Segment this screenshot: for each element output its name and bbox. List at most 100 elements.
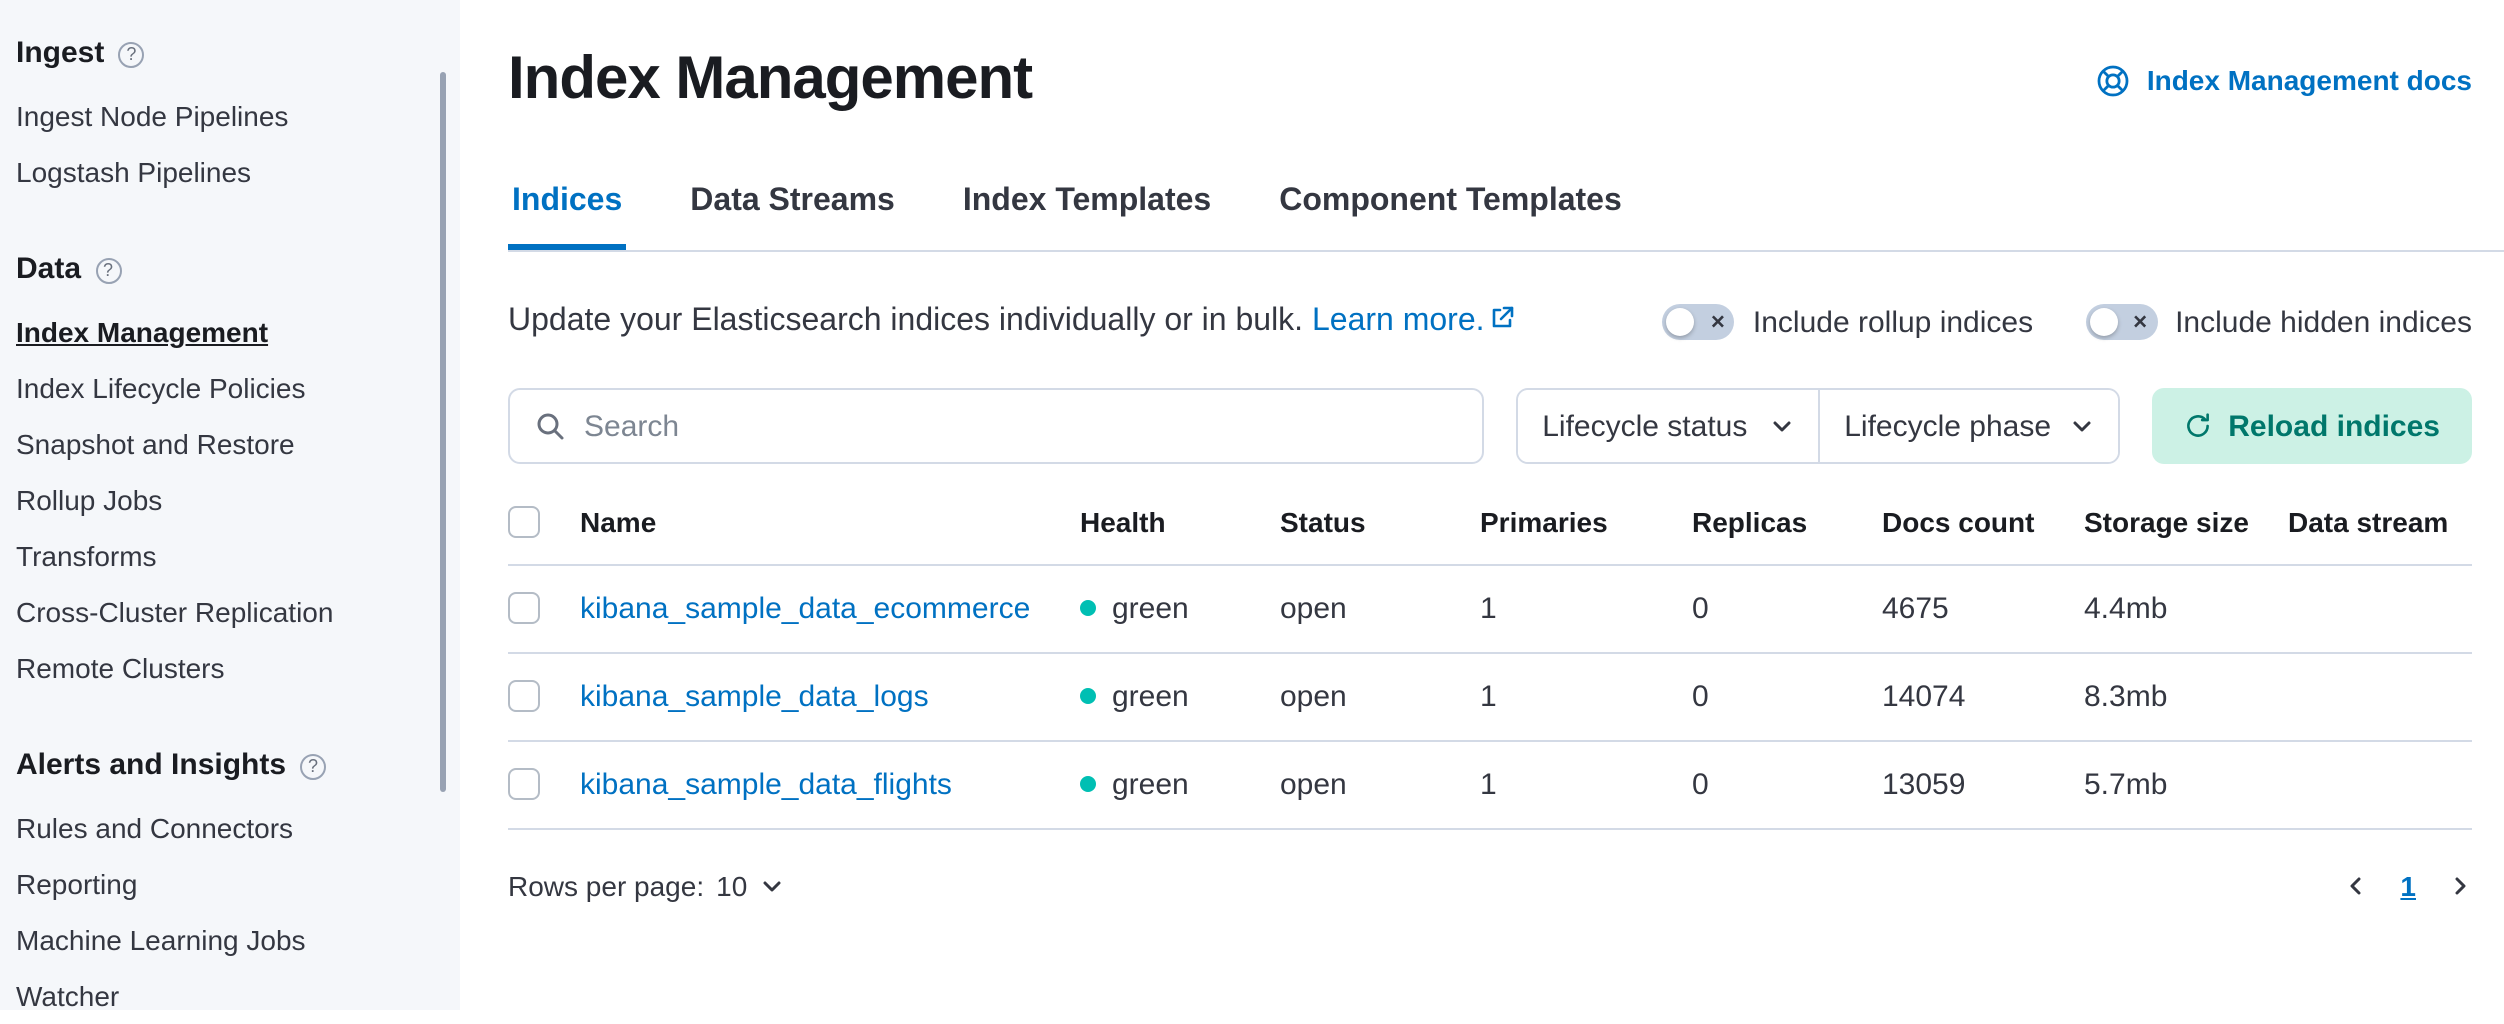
table-row: kibana_sample_data_logs green open 1 0 1… bbox=[508, 652, 2472, 740]
learn-more-link[interactable]: Learn more. bbox=[1312, 304, 1515, 338]
previous-page-button[interactable] bbox=[2344, 873, 2368, 897]
rows-per-page-selector[interactable]: Rows per page: 10 bbox=[508, 869, 783, 901]
index-name-link[interactable]: kibana_sample_data_flights bbox=[580, 767, 952, 801]
nav-heading-ingest: Ingest ? bbox=[16, 28, 432, 80]
description-row: Update your Elasticsearch indices indivi… bbox=[508, 304, 2472, 340]
nav-heading-data: Data ? bbox=[16, 244, 432, 296]
data-stream-cell bbox=[2288, 564, 2472, 652]
health-label: green bbox=[1112, 679, 1189, 713]
replicas-cell: 0 bbox=[1692, 652, 1882, 740]
column-header-docs-count: Docs count bbox=[1882, 500, 2084, 564]
next-page-button[interactable] bbox=[2448, 873, 2472, 897]
sidebar-item-snapshot-and-restore[interactable]: Snapshot and Restore bbox=[16, 416, 432, 472]
filter-lifecycle-status[interactable]: Lifecycle status bbox=[1518, 390, 1818, 462]
sidebar-item-logstash-pipelines[interactable]: Logstash Pipelines bbox=[16, 144, 432, 200]
column-header-status: Status bbox=[1280, 500, 1480, 564]
column-header-storage-size: Storage size bbox=[2084, 500, 2288, 564]
nav-section-ingest: Ingest ? Ingest Node Pipelines Logstash … bbox=[16, 28, 432, 200]
table-header-row: Name Health Status Primaries Replicas Do… bbox=[508, 500, 2472, 564]
storage-size-cell: 5.7mb bbox=[2084, 740, 2288, 828]
sidebar-item-remote-clusters[interactable]: Remote Clusters bbox=[16, 640, 432, 696]
health-dot-icon bbox=[1080, 600, 1096, 616]
external-link-icon bbox=[1491, 306, 1515, 330]
sidebar-item-transforms[interactable]: Transforms bbox=[16, 528, 432, 584]
description-text: Update your Elasticsearch indices indivi… bbox=[508, 304, 1515, 340]
status-cell: open bbox=[1280, 652, 1480, 740]
tab-component-templates[interactable]: Component Templates bbox=[1275, 184, 1626, 250]
nav-heading-label: Ingest bbox=[16, 28, 104, 80]
rows-per-page-label: Rows per page: bbox=[508, 869, 704, 901]
filter-label: Lifecycle phase bbox=[1844, 409, 2051, 443]
filter-lifecycle-phase[interactable]: Lifecycle phase bbox=[1818, 390, 2118, 462]
docs-count-cell: 14074 bbox=[1882, 652, 2084, 740]
row-checkbox[interactable] bbox=[508, 680, 540, 712]
refresh-icon bbox=[2184, 412, 2212, 440]
chevron-left-icon bbox=[2344, 873, 2368, 897]
tab-index-templates[interactable]: Index Templates bbox=[959, 184, 1215, 250]
nav-section-data: Data ? Index Management Index Lifecycle … bbox=[16, 244, 432, 696]
column-header-primaries: Primaries bbox=[1480, 500, 1692, 564]
chevron-down-icon bbox=[1770, 414, 1794, 438]
column-header-data-stream: Data stream bbox=[2288, 500, 2472, 564]
controls-row: Lifecycle status Lifecycle phase Reload … bbox=[508, 388, 2472, 464]
row-checkbox[interactable] bbox=[508, 592, 540, 624]
sidebar-item-ingest-node-pipelines[interactable]: Ingest Node Pipelines bbox=[16, 88, 432, 144]
docs-link-label: Index Management docs bbox=[2147, 64, 2472, 96]
replicas-cell: 0 bbox=[1692, 740, 1882, 828]
sidebar-item-reporting[interactable]: Reporting bbox=[16, 856, 432, 912]
health-dot-icon bbox=[1080, 776, 1096, 792]
chevron-right-icon bbox=[2448, 873, 2472, 897]
tab-data-streams[interactable]: Data Streams bbox=[686, 184, 899, 250]
toggle-include-rollup-indices[interactable]: × Include rollup indices bbox=[1663, 304, 2033, 340]
search-input[interactable] bbox=[566, 407, 1458, 445]
chevron-down-icon bbox=[759, 873, 783, 897]
status-cell: open bbox=[1280, 740, 1480, 828]
column-header-name: Name bbox=[580, 500, 1080, 564]
main-content: Index Management Index Management docs I… bbox=[460, 0, 2504, 1010]
filter-label: Lifecycle status bbox=[1542, 409, 1747, 443]
select-all-checkbox[interactable] bbox=[508, 506, 540, 538]
nav-heading-alerts-and-insights: Alerts and Insights ? bbox=[16, 740, 432, 792]
toggle-group: × Include rollup indices × Include hidde… bbox=[1663, 304, 2472, 340]
index-name-link[interactable]: kibana_sample_data_logs bbox=[580, 679, 929, 713]
sidebar-item-index-management[interactable]: Index Management bbox=[16, 304, 432, 360]
docs-link[interactable]: Index Management docs bbox=[2097, 63, 2472, 97]
indices-table: Name Health Status Primaries Replicas Do… bbox=[508, 500, 2472, 829]
table-footer: Rows per page: 10 1 bbox=[508, 869, 2472, 933]
tab-bar: Indices Data Streams Index Templates Com… bbox=[508, 184, 2504, 252]
toggle-include-hidden-indices[interactable]: × Include hidden indices bbox=[2085, 304, 2472, 340]
health-label: green bbox=[1112, 591, 1189, 625]
sidebar-item-watcher[interactable]: Watcher bbox=[16, 968, 432, 1024]
health-dot-icon bbox=[1080, 688, 1096, 704]
reload-indices-button[interactable]: Reload indices bbox=[2152, 388, 2472, 464]
sidebar-item-cross-cluster-replication[interactable]: Cross-Cluster Replication bbox=[16, 584, 432, 640]
sidebar-item-rules-and-connectors[interactable]: Rules and Connectors bbox=[16, 800, 432, 856]
sidebar: Ingest ? Ingest Node Pipelines Logstash … bbox=[0, 0, 460, 1010]
page-title: Index Management bbox=[508, 46, 1032, 114]
filter-group: Lifecycle status Lifecycle phase bbox=[1516, 388, 2120, 464]
tab-indices[interactable]: Indices bbox=[508, 184, 626, 250]
help-icon: ? bbox=[118, 41, 144, 67]
storage-size-cell: 8.3mb bbox=[2084, 652, 2288, 740]
index-name-link[interactable]: kibana_sample_data_ecommerce bbox=[580, 591, 1030, 625]
sidebar-item-machine-learning-jobs[interactable]: Machine Learning Jobs bbox=[16, 912, 432, 968]
description-label: Update your Elasticsearch indices indivi… bbox=[508, 304, 1303, 338]
search-box bbox=[508, 388, 1484, 464]
docs-count-cell: 4675 bbox=[1882, 564, 2084, 652]
toggle-label: Include hidden indices bbox=[2175, 305, 2472, 339]
switch-off-icon: × bbox=[2085, 304, 2157, 340]
page-number-button[interactable]: 1 bbox=[2400, 869, 2416, 901]
status-cell: open bbox=[1280, 564, 1480, 652]
sidebar-item-rollup-jobs[interactable]: Rollup Jobs bbox=[16, 472, 432, 528]
kibana-window: Ingest ? Ingest Node Pipelines Logstash … bbox=[0, 0, 2504, 1010]
health-label: green bbox=[1112, 767, 1189, 801]
learn-more-label: Learn more. bbox=[1312, 304, 1485, 338]
chevron-down-icon bbox=[2070, 414, 2094, 438]
row-checkbox[interactable] bbox=[508, 768, 540, 800]
table-row: kibana_sample_data_ecommerce green open … bbox=[508, 564, 2472, 652]
sidebar-item-index-lifecycle-policies[interactable]: Index Lifecycle Policies bbox=[16, 360, 432, 416]
docs-count-cell: 13059 bbox=[1882, 740, 2084, 828]
sidebar-scrollbar[interactable] bbox=[440, 72, 446, 792]
primaries-cell: 1 bbox=[1480, 564, 1692, 652]
help-icon: ? bbox=[300, 753, 326, 779]
